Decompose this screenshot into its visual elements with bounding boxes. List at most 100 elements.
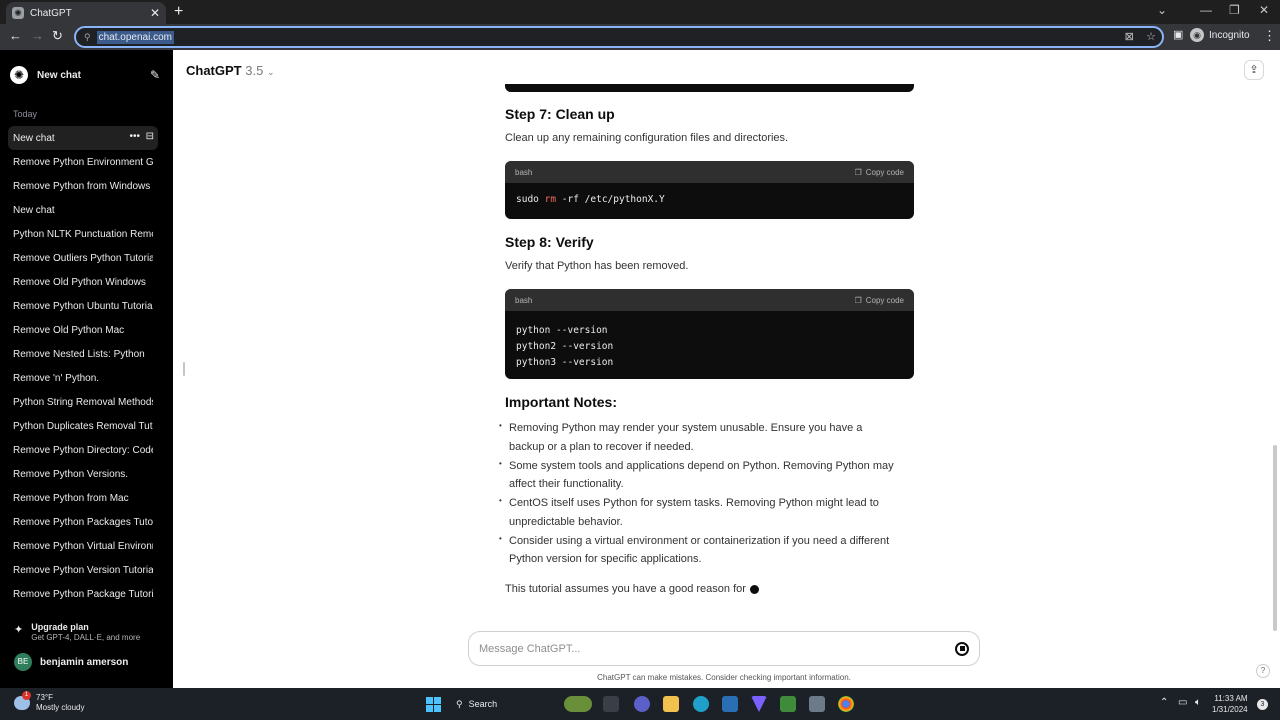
cloud-icon: 1 — [14, 691, 31, 710]
volume-icon[interactable]: 🔈︎ — [1195, 697, 1201, 708]
back-icon[interactable]: ← — [9, 28, 22, 43]
chat-item-label: Remove Python Virtual Environm — [13, 540, 153, 552]
chat-item[interactable]: Remove Old Python Mac — [8, 318, 158, 342]
task-view-icon[interactable] — [603, 696, 619, 712]
chat-item[interactable]: New chat — [8, 198, 158, 222]
model-name: ChatGPT — [186, 63, 242, 78]
chat-item[interactable]: Remove Python Virtual Environm — [8, 534, 158, 558]
edit-icon[interactable]: ✎ — [150, 68, 160, 82]
side-panel-icon[interactable]: ▣ — [1173, 28, 1183, 41]
chat-item[interactable]: Remove Python Versions. — [8, 462, 158, 486]
url-text[interactable]: chat.openai.com — [96, 30, 174, 44]
sidebar-new-chat[interactable]: ✺ New chat ✎ — [10, 66, 160, 84]
tab-search-icon[interactable]: ⌄ — [1157, 3, 1167, 17]
clipboard-icon: ❐ — [854, 295, 862, 305]
copy-code-button[interactable]: ❐ Copy code — [855, 168, 904, 177]
chat-item[interactable]: Remove Nested Lists: Python — [8, 342, 158, 366]
clock[interactable]: 11:33 AM 1/31/2024 — [1212, 693, 1248, 715]
code-language: bash — [515, 295, 533, 305]
chrome-icon[interactable] — [838, 696, 854, 712]
message-input[interactable] — [479, 642, 955, 655]
chatgpt-favicon-icon: ✺ — [12, 7, 24, 19]
browser-menu-icon[interactable]: ⋮ — [1263, 28, 1276, 44]
chat-item[interactable]: Remove 'n' Python. — [8, 366, 158, 390]
no-tracking-icon[interactable]: ⊠ — [1125, 31, 1134, 43]
code-block: bash ❐ Copy code sudo rm -rf /etc/python… — [505, 161, 914, 219]
file-explorer-icon[interactable] — [663, 696, 679, 712]
chat-item[interactable]: New chat ••• ⊟ — [8, 126, 158, 150]
upgrade-plan-button[interactable]: ✦ Upgrade plan Get GPT-4, DALL·E, and mo… — [14, 622, 140, 642]
edge-icon[interactable] — [693, 696, 709, 712]
vpn-icon[interactable] — [751, 696, 767, 712]
bullet: • — [499, 458, 502, 468]
clipboard-icon: ❐ — [854, 167, 862, 177]
list-item: • CentOS itself uses Python for system ta… — [499, 494, 919, 531]
teams-chat-icon[interactable] — [634, 696, 650, 712]
code-header: bash ❐ Copy code — [505, 289, 914, 311]
stop-generating-icon[interactable] — [955, 641, 969, 656]
site-info-icon[interactable]: ⚲ — [84, 32, 91, 43]
chat-item[interactable]: Remove Python from Mac — [8, 486, 158, 510]
forward-icon[interactable]: → — [31, 28, 44, 43]
address-bar[interactable]: ⚲ chat.openai.com ⊠ ☆ — [74, 26, 1164, 48]
store-icon[interactable] — [722, 696, 738, 712]
openai-logo-icon: ✺ — [10, 66, 28, 84]
chat-item[interactable]: Python String Removal Methods — [8, 390, 158, 414]
close-window-icon[interactable]: ✕ — [1259, 3, 1269, 17]
code-line: python3 --version — [516, 357, 614, 368]
tutorial-text: This tutorial assumes you have a good re… — [505, 583, 746, 595]
help-icon[interactable]: ? — [1256, 664, 1270, 678]
upgrade-title: Upgrade plan — [31, 622, 89, 632]
restore-icon[interactable]: ❐ — [1229, 3, 1240, 17]
user-name: benjamin amerson — [40, 656, 129, 668]
chat-item[interactable]: Remove Python Environment Gui — [8, 150, 158, 174]
chat-item[interactable]: Remove Python Directory: Code — [8, 438, 158, 462]
step8-text: Verify that Python has been removed. — [505, 260, 689, 272]
chat-item[interactable]: Remove Python Packages Tutoria — [8, 510, 158, 534]
chat-item[interactable]: Remove Python Package Tutorial — [8, 582, 158, 606]
chat-item[interactable]: Remove Python from Windows — [8, 174, 158, 198]
code-line: python2 --version — [516, 341, 614, 352]
close-tab-icon[interactable]: ✕ — [150, 6, 160, 20]
share-icon[interactable]: ⇪ — [1244, 60, 1264, 80]
minimize-icon[interactable]: — — [1200, 3, 1212, 17]
model-selector[interactable]: ChatGPT 3.5 ⌄ — [186, 63, 275, 78]
chat-item[interactable]: Python Duplicates Removal Tutor — [8, 414, 158, 438]
bullet: • — [499, 421, 502, 430]
chat-item-label: Remove Python Packages Tutoria — [13, 516, 153, 528]
chat-item-label: Remove Python Versions. — [13, 468, 129, 480]
windows-start-icon[interactable] — [426, 697, 441, 712]
step7-text: Clean up any remaining configuration fil… — [505, 132, 789, 144]
search-label: Search — [468, 699, 498, 709]
archive-icon[interactable]: ⊟ — [146, 131, 154, 142]
note-text: CentOS itself uses Python for system tas… — [509, 497, 879, 528]
more-options-icon[interactable]: ••• — [130, 131, 141, 142]
taskbar-search[interactable]: ⚲ Search — [450, 694, 560, 714]
tray-chevron-icon[interactable]: ⌃ — [1160, 697, 1168, 708]
notification-badge[interactable]: 3 — [1257, 699, 1268, 710]
chat-item[interactable]: Remove Python Ubuntu Tutorial — [8, 294, 158, 318]
notepad-icon[interactable] — [780, 696, 796, 712]
browser-tab[interactable]: ✺ ChatGPT ✕ — [6, 2, 166, 24]
scrollbar[interactable] — [1273, 445, 1277, 631]
profile-button[interactable]: ◉ Incognito — [1190, 28, 1250, 42]
code-keyword: rm — [544, 194, 557, 205]
chat-history-list: New chat ••• ⊟ Remove Python Environment… — [8, 126, 158, 606]
bookmark-star-icon[interactable]: ☆ — [1146, 31, 1156, 43]
chat-item[interactable]: Python NLTK Punctuation Remov — [8, 222, 158, 246]
photos-icon[interactable] — [809, 696, 825, 712]
new-chat-label: New chat — [37, 69, 81, 81]
user-menu[interactable]: BE benjamin amerson — [14, 653, 128, 671]
reload-icon[interactable]: ↻ — [52, 28, 63, 44]
chat-item[interactable]: Remove Old Python Windows — [8, 270, 158, 294]
network-icon[interactable]: ▭ — [1178, 697, 1187, 708]
new-tab-icon[interactable]: + — [174, 3, 183, 21]
widgets-icon[interactable] — [564, 696, 592, 712]
notes-list: • Removing Python may render your system … — [499, 419, 919, 569]
chat-item[interactable]: Remove Python Version Tutorial — [8, 558, 158, 582]
chat-item[interactable]: Remove Outliers Python Tutorial — [8, 246, 158, 270]
copy-code-button[interactable]: ❐ Copy code — [855, 296, 904, 305]
weather-widget[interactable]: 1 73°F Mostly cloudy — [14, 691, 84, 713]
sidebar-collapse-handle[interactable] — [183, 362, 185, 376]
copy-code-label: Copy code — [865, 295, 904, 305]
